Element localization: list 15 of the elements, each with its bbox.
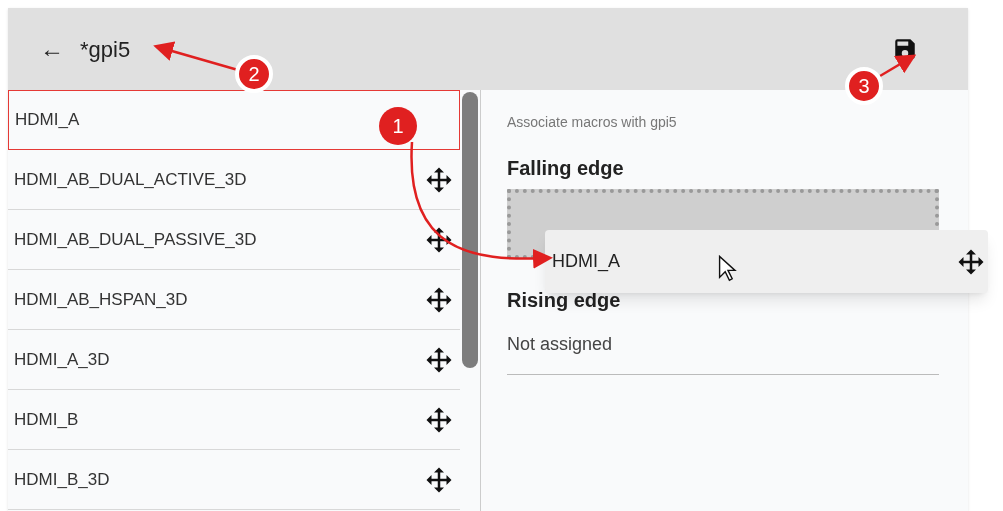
macro-list-item[interactable]: HDMI_B [8,390,460,450]
drag-preview[interactable]: HDMI_A [545,230,988,293]
macro-list-item[interactable]: HDMI_AB_DUAL_PASSIVE_3D [8,210,460,270]
annotation-arrow [879,54,917,78]
page-title: *gpi5 [80,35,131,64]
caption-text: Associate macros with gpi5 [507,113,678,132]
section-title: Falling edge [507,156,625,181]
back-button[interactable]: ← [40,31,64,67]
macro-list-item[interactable]: HDMI_A_3D [8,330,460,390]
macro-list-item[interactable]: HDMI_B_3D [8,450,460,510]
scrollbar-thumb[interactable] [462,92,478,368]
macro-list-item[interactable]: HDMI_AB_HSPAN_3D [8,270,460,330]
section-value: Not assigned [507,331,939,375]
macro-list-item[interactable]: HDMI_AB_DUAL_ACTIVE_3D [8,150,460,210]
mouse-cursor-icon [718,255,738,283]
